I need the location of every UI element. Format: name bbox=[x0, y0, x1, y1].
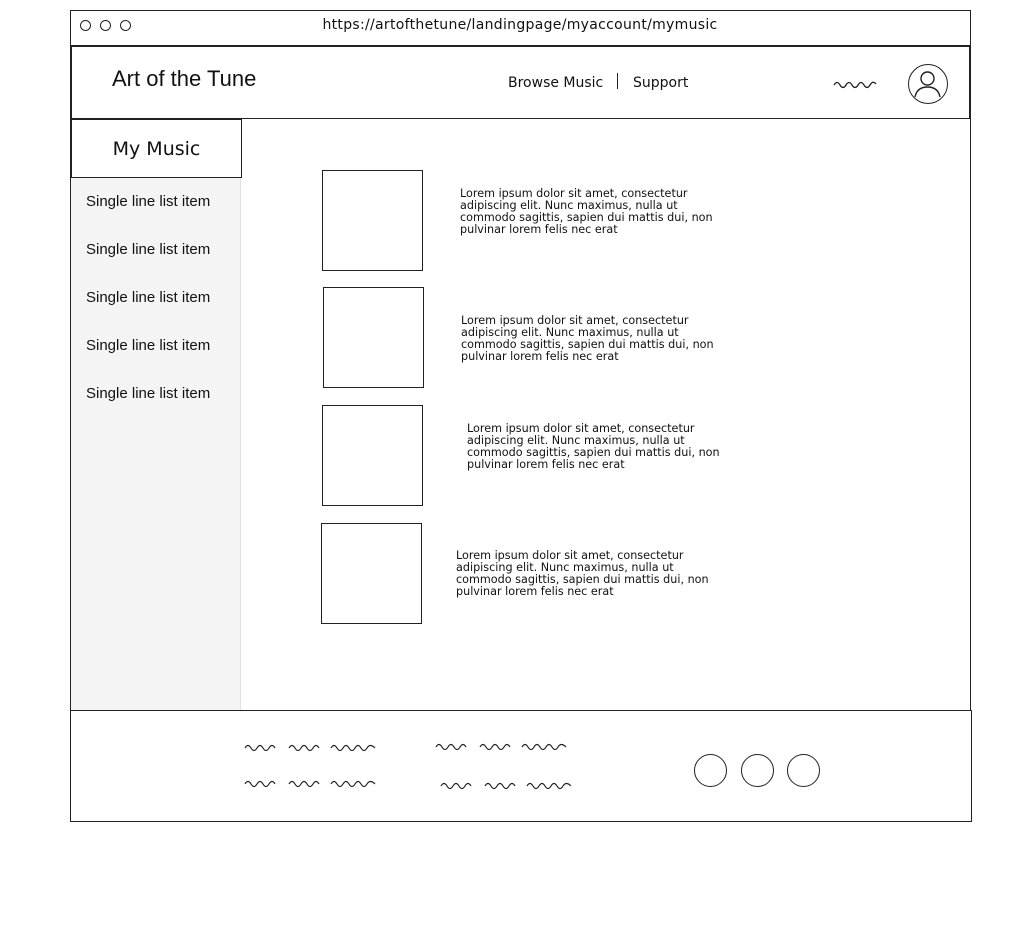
social-circle-icon[interactable] bbox=[741, 754, 774, 787]
footer-scribble bbox=[244, 744, 376, 752]
window-dot-icon[interactable] bbox=[120, 20, 131, 31]
album-description: Lorem ipsum dolor sit amet, consectetur … bbox=[460, 187, 713, 236]
footer-scribble bbox=[440, 782, 572, 790]
album-thumbnail[interactable] bbox=[322, 405, 423, 506]
scribble-placeholder bbox=[833, 81, 877, 89]
album-thumbnail[interactable] bbox=[323, 287, 424, 388]
window-dot-icon[interactable] bbox=[80, 20, 91, 31]
album-thumbnail[interactable] bbox=[321, 523, 422, 624]
sidebar-item[interactable]: Single line list item bbox=[86, 193, 210, 210]
social-circle-icon[interactable] bbox=[694, 754, 727, 787]
site-footer bbox=[70, 710, 972, 822]
footer-scribble bbox=[435, 743, 567, 751]
user-avatar-icon[interactable] bbox=[908, 64, 948, 104]
sidebar-item[interactable]: Single line list item bbox=[86, 241, 210, 258]
sidebar-item[interactable]: Single line list item bbox=[86, 385, 210, 402]
sidebar-item[interactable]: Single line list item bbox=[86, 337, 210, 354]
social-circle-icon[interactable] bbox=[787, 754, 820, 787]
sidebar-title[interactable]: My Music bbox=[71, 119, 242, 178]
album-description: Lorem ipsum dolor sit amet, consectetur … bbox=[461, 314, 714, 363]
footer-scribble bbox=[244, 780, 376, 788]
url-text[interactable]: https://artofthetune/landingpage/myaccou… bbox=[200, 17, 840, 33]
album-description: Lorem ipsum dolor sit amet, consectetur … bbox=[456, 549, 709, 598]
album-description: Lorem ipsum dolor sit amet, consectetur … bbox=[467, 422, 720, 471]
nav-support[interactable]: Support bbox=[633, 75, 688, 91]
brand-title[interactable]: Art of the Tune bbox=[112, 66, 256, 92]
sidebar-item[interactable]: Single line list item bbox=[86, 289, 210, 306]
nav-browse-music[interactable]: Browse Music bbox=[508, 75, 603, 91]
window-dot-icon[interactable] bbox=[100, 20, 111, 31]
nav-divider bbox=[617, 73, 618, 89]
album-thumbnail[interactable] bbox=[322, 170, 423, 271]
